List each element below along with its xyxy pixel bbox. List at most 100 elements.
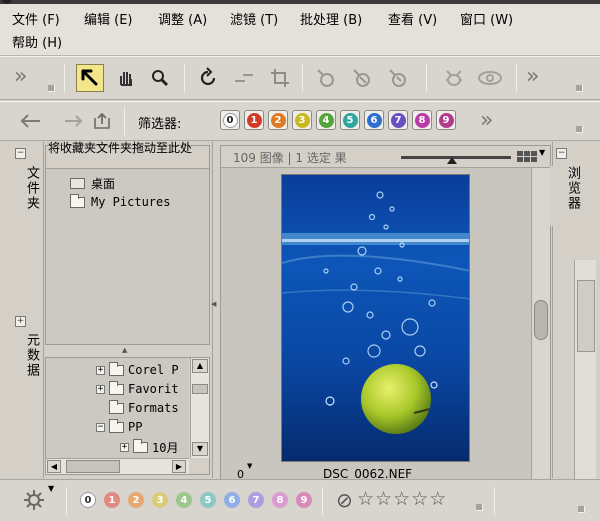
label-0-button[interactable]: 0 [80,492,96,508]
tree-row[interactable]: + Favorit [96,380,179,396]
list-item[interactable]: 桌面 [70,175,115,192]
label-6-button[interactable]: 6 [224,492,240,508]
filter-label-0-button[interactable]: 0 [220,110,240,130]
toolbar-overflow-right-icon[interactable]: » [526,66,539,88]
label-8-button[interactable]: 8 [272,492,288,508]
filter-label-8-button[interactable]: 8 [412,110,432,130]
settings-gear-icon[interactable] [20,486,48,514]
label-5-button[interactable]: 5 [200,492,216,508]
filter-label-6-button[interactable]: 6 [364,110,384,130]
expand-icon[interactable]: + [96,365,105,375]
rating-menu-arrow-icon[interactable]: ▼ [247,462,252,470]
star-icon[interactable]: ☆ [357,490,374,509]
label-2-button[interactable]: 2 [128,492,144,508]
collapse-icon[interactable]: − [96,422,105,432]
nav-overflow-icon[interactable]: » [480,110,493,132]
thumbnail-image[interactable] [281,174,470,462]
scrollbar-thumb[interactable] [192,384,208,394]
tree-row[interactable]: + Corel P [96,361,179,377]
view-menu-arrow-icon[interactable]: ▼ [539,148,545,157]
collapse-icon[interactable]: − [556,148,567,159]
expand-icon[interactable]: + [15,316,26,327]
eye-preview-icon[interactable] [476,64,504,92]
folder-icon [109,380,124,395]
collapse-icon[interactable]: − [15,148,26,159]
filter-label-9-button[interactable]: 9 [436,110,456,130]
up-folder-icon[interactable] [88,107,116,135]
toolbar-overflow-left-icon[interactable]: » [14,66,27,88]
bug-select-icon[interactable] [440,64,468,92]
tab-browser[interactable]: 浏览器 [550,166,580,226]
straighten-icon[interactable] [230,64,258,92]
splitter-arrow-icon[interactable]: ◀ [211,300,216,308]
menu-help[interactable]: 帮助 (H) [12,35,62,53]
thumbnail-size-slider[interactable] [401,150,511,164]
toolbar-separator [494,487,495,515]
scroll-left-icon[interactable]: ◀ [47,460,61,473]
menu-edit[interactable]: 编辑 (E) [84,12,133,30]
filter-label-5-button[interactable]: 5 [340,110,360,130]
panel-resize-handle-icon[interactable]: ▲ [122,346,127,354]
tree-row[interactable]: + 10月 [120,439,178,456]
filter-label-3-button[interactable]: 3 [292,110,312,130]
label-7-button[interactable]: 7 [248,492,264,508]
star-icon[interactable]: ☆ [411,490,428,509]
star-icon[interactable]: ☆ [375,490,392,509]
label-9-button[interactable]: 9 [296,492,312,508]
slider-thumb[interactable] [447,157,457,164]
rotate-icon[interactable] [194,64,222,92]
tab-metadata[interactable]: 元数据 [9,333,39,393]
star-icon[interactable]: ☆ [393,490,410,509]
forward-arrow-icon[interactable] [60,107,88,135]
hand-tool-icon[interactable] [112,64,140,92]
star-icon[interactable]: ☆ [429,490,446,509]
menu-batch[interactable]: 批处理 (B) [300,12,362,30]
menu-view[interactable]: 查看 (V) [388,12,437,30]
tree-vertical-scrollbar[interactable]: ▲ ▼ [190,358,209,458]
scrollbar-thumb[interactable] [66,460,120,473]
toolbar-grip-icon[interactable] [576,85,583,92]
tree-horizontal-scrollbar[interactable]: ◀ ▶ [46,458,189,474]
settings-menu-arrow-icon[interactable]: ▼ [48,484,54,493]
zoom-tool-icon[interactable] [146,64,174,92]
tree-row-label: Corel P [128,363,179,377]
toolbar-grip-icon[interactable] [576,126,583,133]
menu-window[interactable]: 窗口 (W) [460,12,513,30]
right-dock-scrollbar[interactable] [574,260,596,480]
panel-splitter[interactable] [212,142,218,478]
grid-view-icon[interactable] [517,151,537,162]
red-eye-icon[interactable] [312,64,340,92]
expand-icon[interactable]: + [96,384,105,394]
filter-label-1-button[interactable]: 1 [244,110,264,130]
toolbar-grip-icon[interactable] [476,504,483,511]
filter-label-2-button[interactable]: 2 [268,110,288,130]
menu-adjust[interactable]: 调整 (A) [158,12,207,30]
star-rating[interactable]: ☆ ☆ ☆ ☆ ☆ [357,490,446,509]
tree-row[interactable]: − PP [96,418,142,434]
scrollbar-thumb[interactable] [577,280,595,352]
filter-label-7-button[interactable]: 7 [388,110,408,130]
select-arrow-tool-icon[interactable] [76,64,104,92]
scroll-down-icon[interactable]: ▼ [192,442,208,456]
no-rating-icon[interactable]: ⊘ [336,490,353,510]
expand-icon[interactable]: + [120,443,129,452]
retouch-brush-icon[interactable] [348,64,376,92]
scroll-right-icon[interactable]: ▶ [172,460,186,473]
color-picker-icon[interactable] [384,64,412,92]
tab-folders[interactable]: 文件夹 [9,166,39,226]
toolbar-grip-icon[interactable] [578,506,585,513]
back-arrow-icon[interactable] [16,107,44,135]
label-3-button[interactable]: 3 [152,492,168,508]
menu-file[interactable]: 文件 (F) [12,12,60,30]
tree-row[interactable]: Formats [109,399,179,415]
scroll-up-icon[interactable]: ▲ [192,359,208,373]
label-4-button[interactable]: 4 [176,492,192,508]
menu-filter[interactable]: 滤镜 (T) [230,12,278,30]
label-1-button[interactable]: 1 [104,492,120,508]
list-item[interactable]: My Pictures [70,193,170,209]
crop-icon[interactable] [266,64,294,92]
browser-vertical-scrollbar[interactable] [531,168,550,485]
filter-label-4-button[interactable]: 4 [316,110,336,130]
toolbar-grip-icon[interactable] [48,85,55,92]
scrollbar-thumb[interactable] [534,300,548,340]
